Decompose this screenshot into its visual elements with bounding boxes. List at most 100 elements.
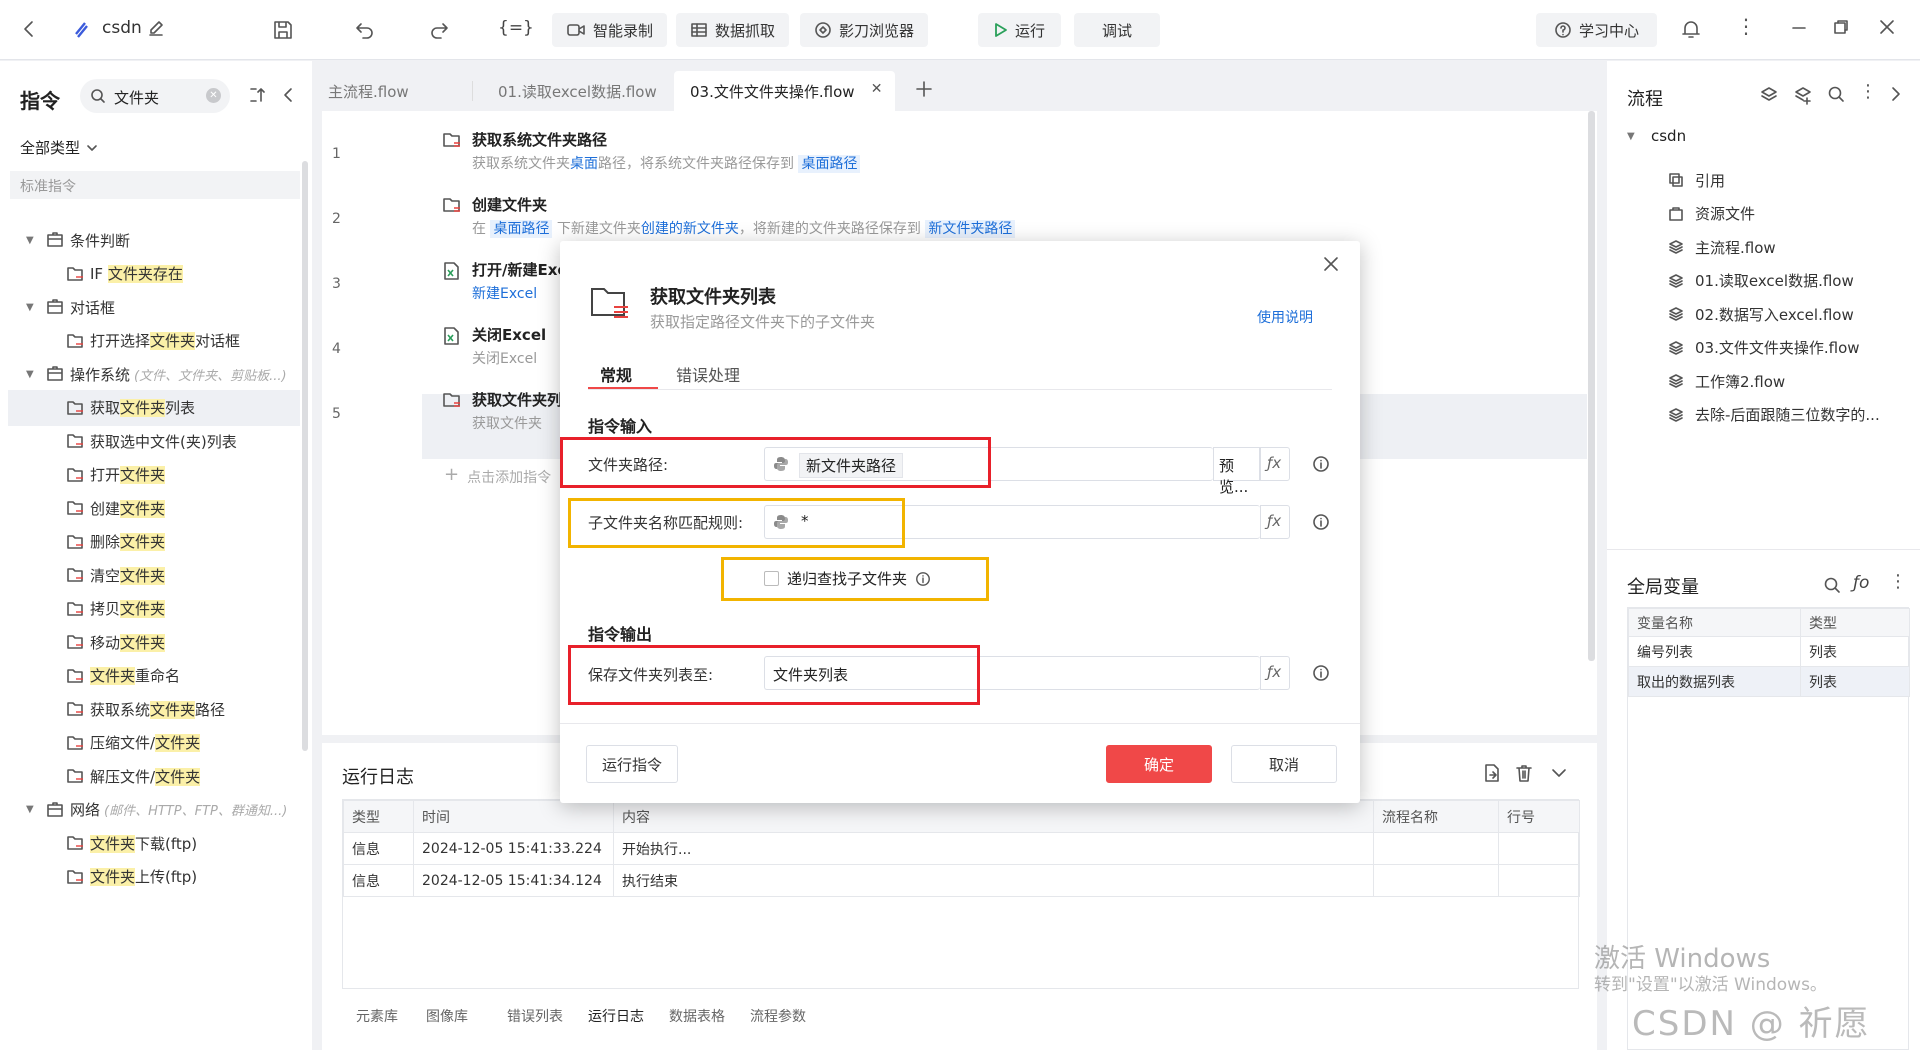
undo-icon[interactable] [353, 18, 377, 42]
info-icon[interactable] [1312, 513, 1330, 531]
table-row[interactable]: 信息 2024-12-05 15:41:34.124 执行结束 [343, 864, 1580, 897]
tree-command[interactable]: 打开文件夹 [0, 457, 166, 493]
more-icon[interactable]: ⋮ [1859, 81, 1877, 102]
tree-command[interactable]: 拷贝文件夹 [0, 591, 166, 627]
minimize-icon[interactable] [1790, 18, 1808, 36]
tab-error-handling[interactable]: 错误处理 [676, 362, 740, 386]
tree-command[interactable]: 打开选择文件夹对话框 [0, 323, 240, 359]
bottom-tab[interactable]: 运行日志 [588, 1006, 669, 1036]
clear-icon[interactable]: ✕ [206, 88, 221, 103]
tree-group[interactable]: ▼ 条件判断 [0, 222, 130, 258]
add-tab-icon[interactable] [914, 79, 934, 99]
line-number: 2 [332, 211, 341, 227]
process-item[interactable]: 主流程.flow [1667, 232, 1776, 262]
tree-command[interactable]: 删除文件夹 [0, 524, 166, 560]
tree-group[interactable]: ▼ 操作系统 (文件、文件夹、剪贴板...) [0, 356, 287, 392]
tree-group[interactable]: ▼ 对话框 [0, 289, 115, 325]
more-icon[interactable]: ⋮ [1889, 571, 1907, 592]
tree-command[interactable]: 文件夹上传(ftp) [0, 859, 197, 895]
process-item[interactable]: 引用 [1667, 165, 1725, 195]
run-button[interactable]: 运行 [978, 13, 1062, 47]
tree-command[interactable]: 获取文件夹列表 [8, 389, 300, 426]
chevron-down-icon[interactable] [1550, 765, 1568, 781]
step-title[interactable]: 创建文件夹 [472, 194, 547, 215]
bottom-tab[interactable]: 元素库 [356, 1006, 426, 1036]
data-grab-button[interactable]: 数据抓取 [676, 13, 790, 47]
tab-read-excel[interactable]: 01.读取excel数据.flow [482, 71, 673, 111]
step-title[interactable]: 关闭Excel [472, 324, 546, 345]
smart-record-button[interactable]: 智能录制 [552, 13, 668, 47]
sort-icon[interactable] [248, 86, 266, 104]
info-icon[interactable] [1312, 455, 1330, 473]
tree-group[interactable]: ▼ 网络 (邮件、HTTP、FTP、群通知...) [0, 792, 287, 828]
step-title[interactable]: 获取文件夹列 [472, 389, 562, 410]
edit-icon[interactable] [148, 20, 164, 36]
learn-center-button[interactable]: 学习中心 [1536, 13, 1658, 47]
bell-icon[interactable] [1680, 18, 1702, 40]
layers-icon[interactable] [1759, 85, 1779, 105]
tree-command[interactable]: 移动文件夹 [0, 624, 166, 660]
close-tab-icon[interactable]: ✕ [871, 81, 883, 97]
process-item[interactable]: 去除-后面跟随三位数字的... [1667, 400, 1880, 430]
cancel-button[interactable]: 取消 [1231, 745, 1337, 783]
process-item[interactable]: 01.读取excel数据.flow [1667, 266, 1854, 296]
restore-icon[interactable] [1832, 18, 1850, 36]
tab-general[interactable]: 常规 [600, 362, 632, 386]
browser-button[interactable]: 影刀浏览器 [800, 13, 929, 47]
bottom-tab[interactable]: 错误列表 [507, 1006, 588, 1036]
process-item[interactable]: 工作簿2.flow [1667, 366, 1785, 396]
bottom-tab[interactable]: 流程参数 [750, 1006, 831, 1036]
function-icon[interactable]: ƒo [1853, 573, 1869, 593]
chevron-right-icon[interactable] [1889, 85, 1903, 103]
search-icon[interactable] [1827, 85, 1845, 103]
collapse-panel-icon[interactable] [280, 86, 296, 104]
flow-root[interactable]: ▼ csdn [1627, 127, 1686, 145]
tree-command[interactable]: IF 文件夹存在 [0, 256, 183, 292]
back-icon[interactable] [18, 18, 40, 40]
process-item[interactable]: 资源文件 [1667, 199, 1755, 229]
tree-command[interactable]: 清空文件夹 [0, 557, 166, 593]
step-title[interactable]: 打开/新建Exc [472, 259, 566, 280]
editor-scrollbar[interactable] [1588, 111, 1595, 661]
table-row[interactable]: 编号列表 列表 [1628, 636, 1910, 667]
table-row[interactable]: 取出的数据列表 列表 [1628, 666, 1910, 697]
help-link[interactable]: 使用说明 [1257, 307, 1313, 327]
close-window-icon[interactable] [1878, 18, 1896, 36]
info-icon[interactable] [1312, 664, 1330, 682]
tree-command[interactable]: 文件夹重命名 [0, 658, 180, 694]
variable-icon[interactable]: {=} [498, 18, 534, 38]
more-icon[interactable]: ⋮ [1736, 14, 1756, 38]
process-item[interactable]: 02.数据写入excel.flow [1667, 299, 1854, 329]
step-title[interactable]: 获取系统文件夹路径 [472, 129, 607, 150]
save-icon[interactable] [271, 18, 295, 42]
tree-command[interactable]: 解压文件/文件夹 [0, 758, 201, 794]
tree-command[interactable]: 获取系统文件夹路径 [0, 691, 225, 727]
function-icon[interactable]: ƒx [1260, 447, 1290, 481]
tab-main-flow[interactable]: 主流程.flow [312, 71, 425, 111]
table-row[interactable]: 信息 2024-12-05 15:41:33.224 开始执行... [343, 832, 1580, 865]
export-icon[interactable] [1482, 763, 1502, 783]
tree-command[interactable]: 创建文件夹 [0, 490, 166, 526]
close-icon[interactable] [1322, 255, 1340, 273]
tab-folder-ops[interactable]: 03.文件文件夹操作.flow ✕ [674, 71, 895, 111]
function-icon[interactable]: ƒx [1260, 656, 1290, 690]
bottom-tab[interactable]: 数据表格 [669, 1006, 750, 1036]
search-icon[interactable] [1823, 576, 1841, 594]
type-filter-dropdown[interactable]: 全部类型 [20, 137, 98, 158]
command-search-input[interactable]: 文件夹 ✕ [80, 79, 230, 113]
process-item[interactable]: 03.文件文件夹操作.flow [1667, 333, 1860, 363]
bottom-tab[interactable]: 图像库 [426, 1006, 507, 1036]
preview-button[interactable]: 预览... [1213, 447, 1260, 496]
redo-icon[interactable] [427, 18, 451, 42]
run-command-button[interactable]: 运行指令 [586, 745, 678, 783]
add-step-link[interactable]: + 点击添加指令 [444, 466, 551, 487]
scrollbar[interactable] [302, 161, 308, 751]
tree-command[interactable]: 获取选中文件(夹)列表 [0, 423, 237, 459]
tree-command[interactable]: 压缩文件/文件夹 [0, 725, 201, 761]
tree-command[interactable]: 文件夹下载(ftp) [0, 825, 197, 861]
confirm-button[interactable]: 确定 [1106, 745, 1212, 783]
debug-button[interactable]: 调试 [1074, 13, 1161, 47]
function-icon[interactable]: ƒx [1260, 505, 1290, 539]
trash-icon[interactable] [1514, 763, 1534, 783]
add-layer-icon[interactable] [1793, 85, 1813, 105]
